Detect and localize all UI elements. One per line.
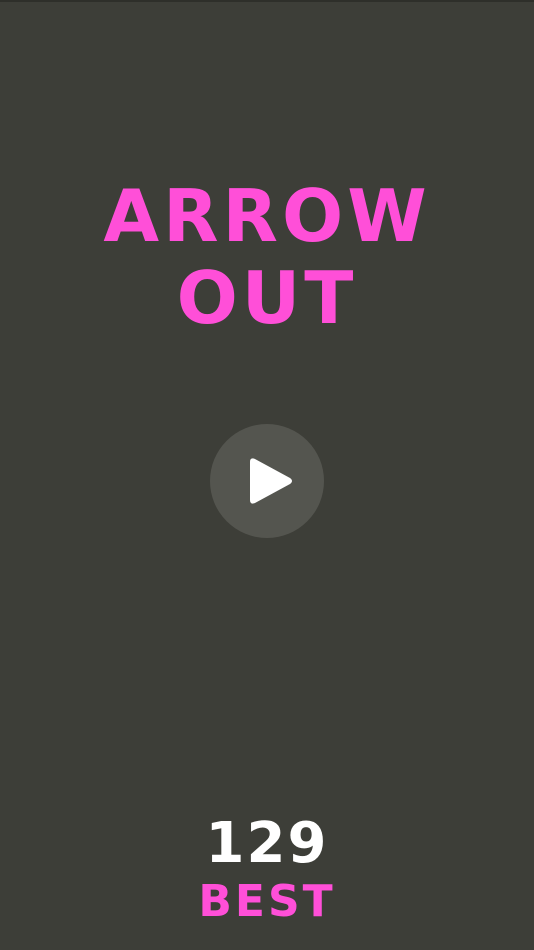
top-divider <box>0 0 534 2</box>
play-button[interactable] <box>210 424 324 538</box>
game-title-line-2: OUT <box>176 256 358 340</box>
best-score-value: 129 <box>205 811 329 876</box>
best-score-label: BEST <box>198 876 336 927</box>
play-icon <box>250 458 292 504</box>
game-title-line-1: ARROW <box>103 174 431 258</box>
